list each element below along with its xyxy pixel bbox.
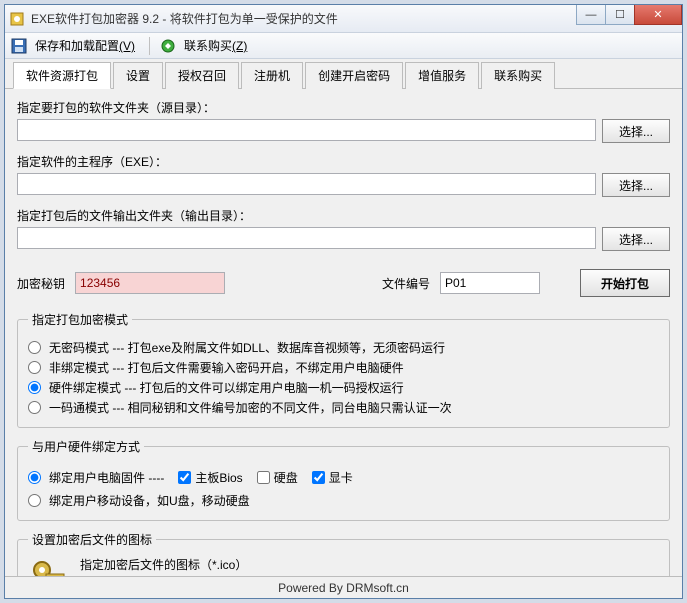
hw-legend: 与用户硬件绑定方式: [28, 438, 144, 455]
tab-password[interactable]: 创建开启密码: [305, 62, 403, 89]
contact-icon: [160, 38, 176, 54]
hw-fixed[interactable]: 绑定用户电脑固件 ----: [28, 469, 164, 486]
close-button[interactable]: ✕: [634, 5, 682, 25]
out-field: 指定打包后的文件输出文件夹（输出目录）： 选择...: [17, 207, 670, 251]
key-icon: [28, 556, 68, 576]
mode-unbound[interactable]: 非绑定模式 --- 打包后文件需要输入密码开启，不绑定用户电脑硬件: [28, 359, 659, 376]
status-text: Powered By DRMsoft.cn: [278, 581, 409, 595]
minimize-button[interactable]: —: [576, 5, 606, 25]
cb-gpu[interactable]: 显卡: [312, 469, 353, 486]
titlebar: EXE软件打包加密器 9.2 - 将软件打包为单一受保护的文件 — ☐ ✕: [5, 5, 682, 33]
menubar: 保存和加载配置(V) 联系购买(Z): [5, 33, 682, 59]
menu-contact[interactable]: 联系购买(Z): [180, 35, 251, 56]
cb-bios[interactable]: 主板Bios: [178, 469, 242, 486]
cb-hdd[interactable]: 硬盘: [257, 469, 298, 486]
window-title: EXE软件打包加密器 9.2 - 将软件打包为单一受保护的文件: [31, 10, 338, 27]
src-label: 指定要打包的软件文件夹（源目录）：: [17, 99, 670, 116]
fileid-label: 文件编号: [382, 275, 430, 292]
icon-label: 指定加密后文件的图标（*.ico）: [80, 556, 659, 573]
mode-none[interactable]: 无密码模式 --- 打包exe及附属文件如DLL、数据库音视频等，无须密码运行: [28, 339, 659, 356]
out-label: 指定打包后的文件输出文件夹（输出目录）：: [17, 207, 670, 224]
out-browse-button[interactable]: 选择...: [602, 227, 670, 251]
menu-save-load[interactable]: 保存和加载配置(V): [31, 35, 139, 56]
mode-fieldset: 指定打包加密模式 无密码模式 --- 打包exe及附属文件如DLL、数据库音视频…: [17, 311, 670, 428]
src-browse-button[interactable]: 选择...: [602, 119, 670, 143]
window-controls: — ☐ ✕: [577, 5, 682, 25]
tab-settings[interactable]: 设置: [113, 62, 163, 89]
statusbar: Powered By DRMsoft.cn: [5, 576, 682, 598]
key-label: 加密秘钥: [17, 275, 65, 292]
hw-mobile[interactable]: 绑定用户移动设备，如U盘，移动硬盘: [28, 492, 659, 509]
tab-buy[interactable]: 联系购买: [481, 62, 555, 89]
key-input[interactable]: [75, 272, 225, 294]
maximize-button[interactable]: ☐: [605, 5, 635, 25]
src-input[interactable]: [17, 119, 596, 141]
save-icon: [11, 38, 27, 54]
app-icon: [9, 11, 25, 27]
tab-value[interactable]: 增值服务: [405, 62, 479, 89]
start-button[interactable]: 开始打包: [580, 269, 670, 297]
tabs: 软件资源打包 设置 授权召回 注册机 创建开启密码 增值服务 联系购买: [5, 59, 682, 89]
icon-fieldset: 设置加密后文件的图标 指定加密后文件的图标（*.ico） 选择... 使用默认图…: [17, 531, 670, 576]
app-window: EXE软件打包加密器 9.2 - 将软件打包为单一受保护的文件 — ☐ ✕ 保存…: [4, 4, 683, 599]
mode-hardware[interactable]: 硬件绑定模式 --- 打包后的文件可以绑定用户电脑一机一码授权运行: [28, 379, 659, 396]
out-input[interactable]: [17, 227, 596, 249]
mode-onecode[interactable]: 一码通模式 --- 相同秘钥和文件编号加密的不同文件，同台电脑只需认证一次: [28, 399, 659, 416]
content-panel: 指定要打包的软件文件夹（源目录）： 选择... 指定软件的主程序（EXE）： 选…: [5, 89, 682, 576]
menu-separator: [149, 37, 150, 55]
tab-recall[interactable]: 授权召回: [165, 62, 239, 89]
tab-package[interactable]: 软件资源打包: [13, 62, 111, 89]
fileid-input[interactable]: [440, 272, 540, 294]
exe-label: 指定软件的主程序（EXE）：: [17, 153, 670, 170]
exe-field: 指定软件的主程序（EXE）： 选择...: [17, 153, 670, 197]
exe-browse-button[interactable]: 选择...: [602, 173, 670, 197]
src-field: 指定要打包的软件文件夹（源目录）： 选择...: [17, 99, 670, 143]
exe-input[interactable]: [17, 173, 596, 195]
tab-register[interactable]: 注册机: [241, 62, 303, 89]
mode-legend: 指定打包加密模式: [28, 311, 132, 328]
key-row: 加密秘钥 文件编号 开始打包: [17, 269, 670, 297]
icon-legend: 设置加密后文件的图标: [28, 531, 156, 548]
hw-fieldset: 与用户硬件绑定方式 绑定用户电脑固件 ---- 主板Bios 硬盘 显卡 绑定用…: [17, 438, 670, 521]
